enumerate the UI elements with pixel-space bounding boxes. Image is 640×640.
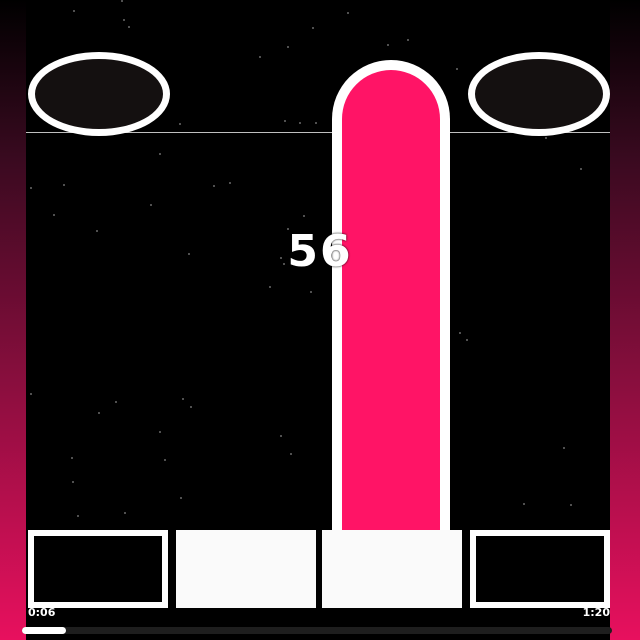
star [299,122,301,124]
star [182,398,184,400]
star [570,504,572,506]
star [290,453,292,455]
total-time: 1:20 [582,606,610,619]
star [30,393,32,395]
star [347,12,349,14]
star [284,120,286,122]
star [545,137,547,139]
star [459,332,461,334]
star [77,515,79,517]
left-side-glow [0,0,26,640]
lane-pad-2[interactable] [176,530,316,608]
star [73,10,75,12]
star [30,187,32,189]
star [190,406,192,408]
star [150,204,152,206]
star [407,39,409,41]
star [128,26,130,28]
star [259,56,261,58]
star [124,512,126,514]
star [269,286,271,288]
star [121,0,123,2]
target-ring-left [28,52,170,136]
star [98,412,100,414]
star [123,19,125,21]
star [287,46,289,48]
star [466,339,468,341]
game-screen: 56 0:06 1:20 [0,0,640,640]
star [53,214,55,216]
star [72,481,74,483]
combo-counter: 56 [287,226,353,277]
song-progress-fill [22,627,67,634]
star [159,153,161,155]
star [115,401,117,403]
star [523,503,525,505]
star [303,215,305,217]
hold-note [332,60,450,540]
lane-pad-4[interactable] [470,530,610,608]
star [315,122,317,124]
star [580,168,582,170]
target-ring-right [468,52,610,136]
star [312,27,314,29]
star [159,431,161,433]
star [188,253,190,255]
star [96,230,98,232]
star [213,185,215,187]
star [180,497,182,499]
star [164,459,166,461]
star [229,182,231,184]
right-side-glow [610,0,640,640]
lane-pad-3[interactable] [322,530,462,608]
star [280,435,282,437]
star [456,68,458,70]
star [310,291,312,293]
lane-pad-1[interactable] [28,530,168,608]
hold-note-body [342,70,440,540]
star [563,447,565,449]
song-progress-bar[interactable] [22,627,612,634]
elapsed-time: 0:06 [28,606,56,619]
star [387,44,389,46]
star [63,184,65,186]
star [71,457,73,459]
star [179,123,181,125]
